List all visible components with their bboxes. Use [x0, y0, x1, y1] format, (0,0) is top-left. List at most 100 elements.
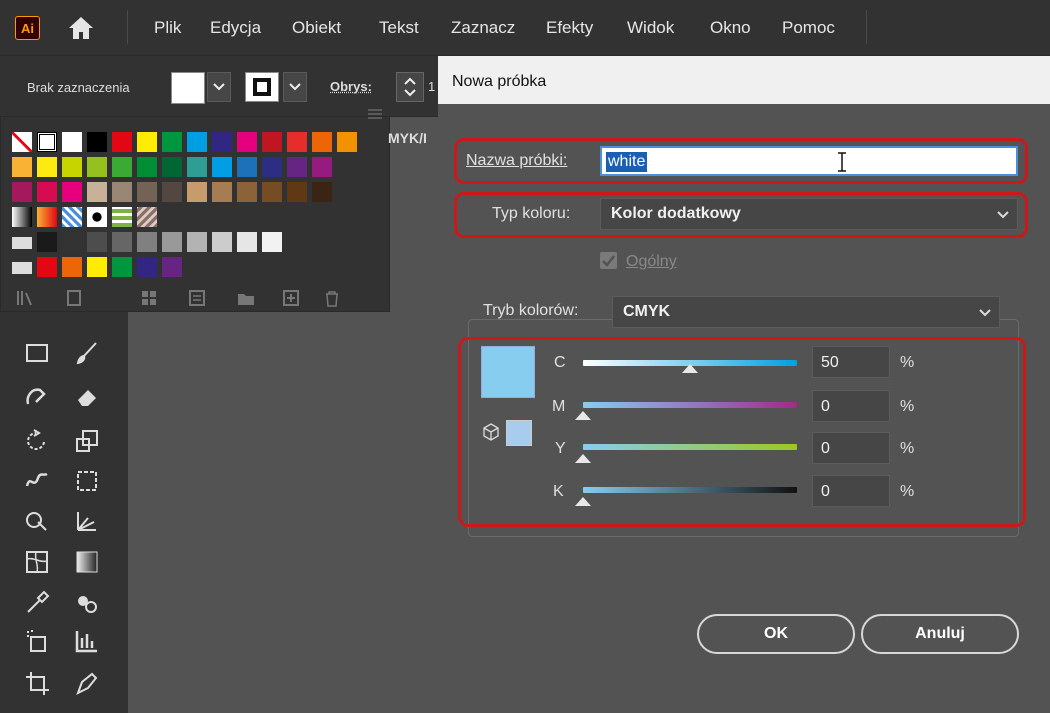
color-swatch[interactable] — [87, 157, 107, 177]
cyan-slider-thumb[interactable] — [682, 364, 698, 373]
color-swatch[interactable] — [312, 182, 332, 202]
menu-obiekt[interactable]: Obiekt — [292, 18, 341, 38]
color-swatch[interactable] — [287, 182, 307, 202]
fill-swatch[interactable] — [171, 72, 205, 104]
stroke-dropdown[interactable] — [283, 72, 307, 102]
swatch-libraries-icon[interactable] — [15, 289, 35, 307]
color-swatch[interactable] — [187, 157, 207, 177]
yellow-value-field[interactable]: 0 — [812, 432, 890, 464]
rectangle-tool-icon[interactable] — [24, 340, 50, 366]
ok-button[interactable]: OK — [697, 614, 855, 654]
color-swatch[interactable] — [37, 232, 57, 252]
color-swatch[interactable] — [162, 157, 182, 177]
color-swatch[interactable] — [62, 157, 82, 177]
color-swatch[interactable] — [62, 257, 82, 277]
shaper-tool-icon[interactable] — [24, 384, 50, 410]
eyedropper-tool-icon[interactable] — [24, 590, 50, 616]
menu-widok[interactable]: Widok — [627, 18, 674, 38]
web-safe-color-swatch[interactable] — [506, 420, 532, 446]
stroke-swatch[interactable] — [245, 72, 279, 102]
black-slider-thumb[interactable] — [575, 497, 591, 506]
color-swatch[interactable] — [137, 257, 157, 277]
color-swatch[interactable] — [237, 157, 257, 177]
magenta-slider-track[interactable] — [583, 402, 797, 408]
swatch-grid[interactable] — [12, 132, 362, 287]
swatch-registration[interactable] — [37, 132, 57, 152]
delete-swatch-icon[interactable] — [322, 289, 342, 307]
magenta-slider-thumb[interactable] — [575, 411, 591, 420]
color-swatch[interactable] — [112, 182, 132, 202]
swatch-pattern[interactable] — [87, 207, 107, 227]
menu-zaznacz[interactable]: Zaznacz — [451, 18, 515, 38]
color-swatch[interactable] — [162, 182, 182, 202]
color-swatch[interactable] — [212, 132, 232, 152]
color-swatch[interactable] — [87, 132, 107, 152]
warp-tool-icon[interactable] — [24, 468, 50, 494]
cyan-value-field[interactable]: 50 — [812, 346, 890, 378]
stroke-weight-value[interactable]: 1 — [428, 79, 435, 94]
yellow-slider-thumb[interactable] — [575, 454, 591, 463]
swatch-pattern[interactable] — [137, 207, 157, 227]
menu-pomoc[interactable]: Pomoc — [782, 18, 835, 38]
color-swatch[interactable] — [262, 157, 282, 177]
blend-tool-icon[interactable] — [74, 590, 100, 616]
color-swatch[interactable] — [262, 132, 282, 152]
color-swatch[interactable] — [62, 182, 82, 202]
color-swatch[interactable] — [162, 232, 182, 252]
color-swatch[interactable] — [262, 182, 282, 202]
color-swatch[interactable] — [112, 232, 132, 252]
yellow-slider-track[interactable] — [583, 444, 797, 450]
color-swatch[interactable] — [337, 132, 357, 152]
color-swatch[interactable] — [87, 232, 107, 252]
gradient-tool-icon[interactable] — [74, 549, 100, 575]
paintbrush-tool-icon[interactable] — [74, 340, 100, 366]
color-swatch[interactable] — [112, 132, 132, 152]
color-swatch[interactable] — [237, 232, 257, 252]
menu-plik[interactable]: Plik — [154, 18, 181, 38]
magenta-value-field[interactable]: 0 — [812, 390, 890, 422]
color-swatch[interactable] — [212, 182, 232, 202]
color-swatch[interactable] — [12, 182, 32, 202]
shape-builder-tool-icon[interactable] — [24, 508, 50, 534]
swatch-name-input[interactable]: white — [600, 146, 1018, 176]
color-type-select[interactable]: Kolor dodatkowy — [600, 198, 1018, 230]
color-swatch[interactable] — [137, 157, 157, 177]
stroke-weight-stepper[interactable] — [396, 72, 424, 102]
color-swatch[interactable] — [187, 232, 207, 252]
show-swatch-kinds-icon[interactable] — [140, 289, 160, 307]
color-swatch[interactable] — [212, 157, 232, 177]
artboard-tool-icon[interactable] — [24, 670, 50, 696]
perspective-grid-tool-icon[interactable] — [74, 508, 100, 534]
color-swatch[interactable] — [212, 232, 232, 252]
swatch-gradient-color[interactable] — [37, 207, 57, 227]
color-swatch[interactable] — [112, 257, 132, 277]
color-swatch[interactable] — [112, 157, 132, 177]
swatch-pattern[interactable] — [112, 207, 132, 227]
color-swatch[interactable] — [287, 157, 307, 177]
color-swatch[interactable] — [187, 132, 207, 152]
color-swatch[interactable] — [12, 157, 32, 177]
mesh-tool-icon[interactable] — [24, 549, 50, 575]
panel-menu-icon[interactable] — [366, 106, 384, 122]
color-swatch[interactable] — [37, 157, 57, 177]
color-swatch[interactable] — [237, 182, 257, 202]
color-swatch[interactable] — [137, 232, 157, 252]
color-swatch[interactable] — [37, 257, 57, 277]
black-value-field[interactable]: 0 — [812, 475, 890, 507]
stroke-label[interactable]: Obrys: — [330, 79, 372, 94]
color-swatch[interactable] — [312, 157, 332, 177]
color-swatch[interactable] — [87, 182, 107, 202]
color-swatch[interactable] — [162, 257, 182, 277]
scale-tool-icon[interactable] — [74, 428, 100, 454]
color-swatch[interactable] — [162, 132, 182, 152]
pen-tool-icon[interactable] — [74, 670, 100, 696]
menu-efekty[interactable]: Efekty — [546, 18, 593, 38]
color-swatch[interactable] — [237, 132, 257, 152]
free-transform-tool-icon[interactable] — [74, 468, 100, 494]
place-swatches-icon[interactable] — [65, 289, 85, 307]
fill-dropdown[interactable] — [207, 72, 231, 102]
menu-edycja[interactable]: Edycja — [210, 18, 261, 38]
swatch-gradient-bw[interactable] — [12, 207, 32, 227]
color-swatch[interactable] — [187, 182, 207, 202]
home-icon[interactable] — [68, 15, 94, 41]
